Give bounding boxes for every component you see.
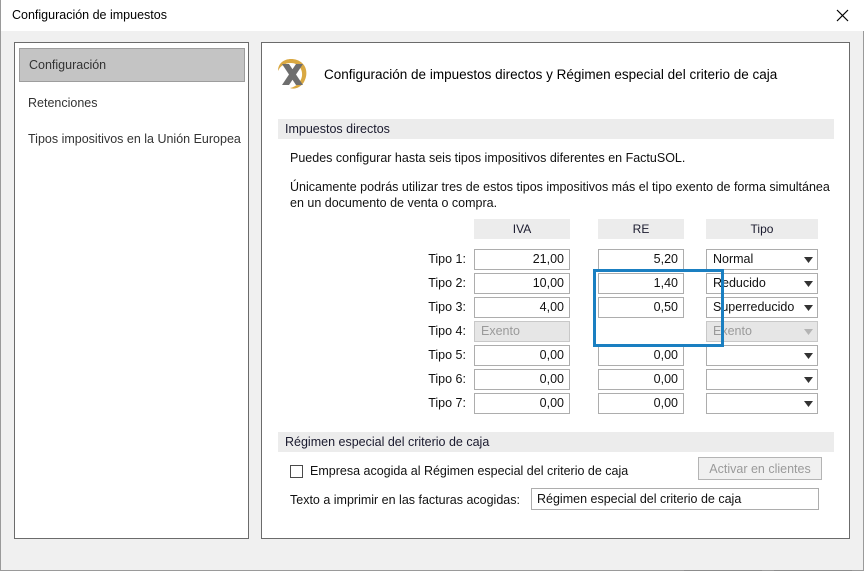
re-input-tipo-1[interactable]: 5,20 [598, 249, 684, 270]
section-header-regimen-especial: Régimen especial del criterio de caja [278, 432, 834, 452]
iva-input-tipo-3[interactable]: 4,00 [474, 297, 570, 318]
tipo-select-tipo-6[interactable] [706, 369, 818, 390]
sidebar-item-label: Tipos impositivos en la Unión Europea [28, 132, 241, 146]
activar-en-clientes-button[interactable]: Activar en clientes [698, 457, 822, 480]
iva-input-tipo-1[interactable]: 21,00 [474, 249, 570, 270]
tipo-select-tipo-7[interactable] [706, 393, 818, 414]
tipo-select-value: Normal [713, 252, 754, 266]
section-header-impuestos-directos: Impuestos directos [278, 119, 834, 139]
paragraph-max-types: Puedes configurar hasta seis tipos impos… [290, 151, 686, 165]
content-panel: Configuración de impuestos directos y Ré… [261, 42, 850, 539]
re-input-tipo-5[interactable]: 0,00 [598, 345, 684, 366]
cash-regime-checkbox-label: Empresa acogida al Régimen especial del … [310, 464, 629, 478]
invoice-text-input[interactable]: Régimen especial del criterio de caja [531, 488, 819, 510]
chevron-down-icon [799, 322, 817, 341]
panel-header: Configuración de impuestos directos y Ré… [272, 55, 777, 93]
iva-input-tipo-4: Exento [474, 321, 570, 342]
window-title: Configuración de impuestos [12, 8, 167, 22]
iva-input-tipo-5[interactable]: 0,00 [474, 345, 570, 366]
chevron-down-icon [799, 394, 817, 413]
cash-regime-checkbox-row[interactable]: Empresa acogida al Régimen especial del … [290, 464, 628, 478]
chevron-down-icon [799, 250, 817, 269]
tipo-select-value: Exento [713, 324, 752, 338]
sidebar: Configuración Retenciones Tipos impositi… [14, 42, 249, 539]
tipo-select-tipo-5[interactable] [706, 345, 818, 366]
tipo-select-value: Reducido [713, 276, 766, 290]
sidebar-item-configuracion[interactable]: Configuración [19, 48, 245, 82]
sidebar-item-tipos-impositivos-ue[interactable]: Tipos impositivos en la Unión Europea [15, 122, 248, 156]
panel-title: Configuración de impuestos directos y Ré… [324, 66, 778, 82]
re-input-tipo-4 [598, 321, 684, 342]
tipo-select-tipo-4: Exento [706, 321, 818, 342]
column-header-iva: IVA [474, 219, 570, 239]
dialog-body: Configuración Retenciones Tipos impositi… [1, 31, 863, 571]
re-input-tipo-2[interactable]: 1,40 [598, 273, 684, 294]
close-icon [836, 9, 849, 22]
re-input-tipo-7[interactable]: 0,00 [598, 393, 684, 414]
sidebar-item-label: Configuración [29, 58, 107, 72]
title-bar: Configuración de impuestos [1, 0, 864, 31]
column-header-tipo: Tipo [706, 219, 818, 239]
tipo-select-tipo-1[interactable]: Normal [706, 249, 818, 270]
row-label: Tipo 3: [428, 300, 466, 314]
agencia-tributaria-logo-icon [272, 55, 312, 93]
tipo-select-tipo-3[interactable]: Superreducido [706, 297, 818, 318]
re-input-tipo-6[interactable]: 0,00 [598, 369, 684, 390]
close-button[interactable] [819, 0, 864, 31]
row-label: Tipo 7: [428, 396, 466, 410]
sidebar-item-label: Retenciones [28, 96, 98, 110]
iva-input-tipo-7[interactable]: 0,00 [474, 393, 570, 414]
invoice-text-label: Texto a imprimir en las facturas acogida… [290, 493, 520, 507]
iva-input-tipo-6[interactable]: 0,00 [474, 369, 570, 390]
re-input-tipo-3[interactable]: 0,50 [598, 297, 684, 318]
sidebar-item-retenciones[interactable]: Retenciones [15, 86, 248, 120]
chevron-down-icon [799, 346, 817, 365]
cash-regime-checkbox[interactable] [290, 464, 303, 478]
column-header-re: RE [598, 219, 684, 239]
row-label: Tipo 4: [428, 324, 466, 338]
iva-input-tipo-2[interactable]: 10,00 [474, 273, 570, 294]
chevron-down-icon [799, 274, 817, 293]
paragraph-simultaneous-limit: Únicamente podrás utilizar tres de estos… [290, 180, 830, 210]
tipo-select-tipo-2[interactable]: Reducido [706, 273, 818, 294]
row-label: Tipo 5: [428, 348, 466, 362]
chevron-down-icon [799, 370, 817, 389]
tipo-select-value: Superreducido [713, 300, 795, 314]
row-label: Tipo 6: [428, 372, 466, 386]
row-label: Tipo 2: [428, 276, 466, 290]
dialog-window: Configuración de impuestos Configuración… [0, 0, 864, 571]
chevron-down-icon [799, 298, 817, 317]
row-label: Tipo 1: [428, 252, 466, 266]
